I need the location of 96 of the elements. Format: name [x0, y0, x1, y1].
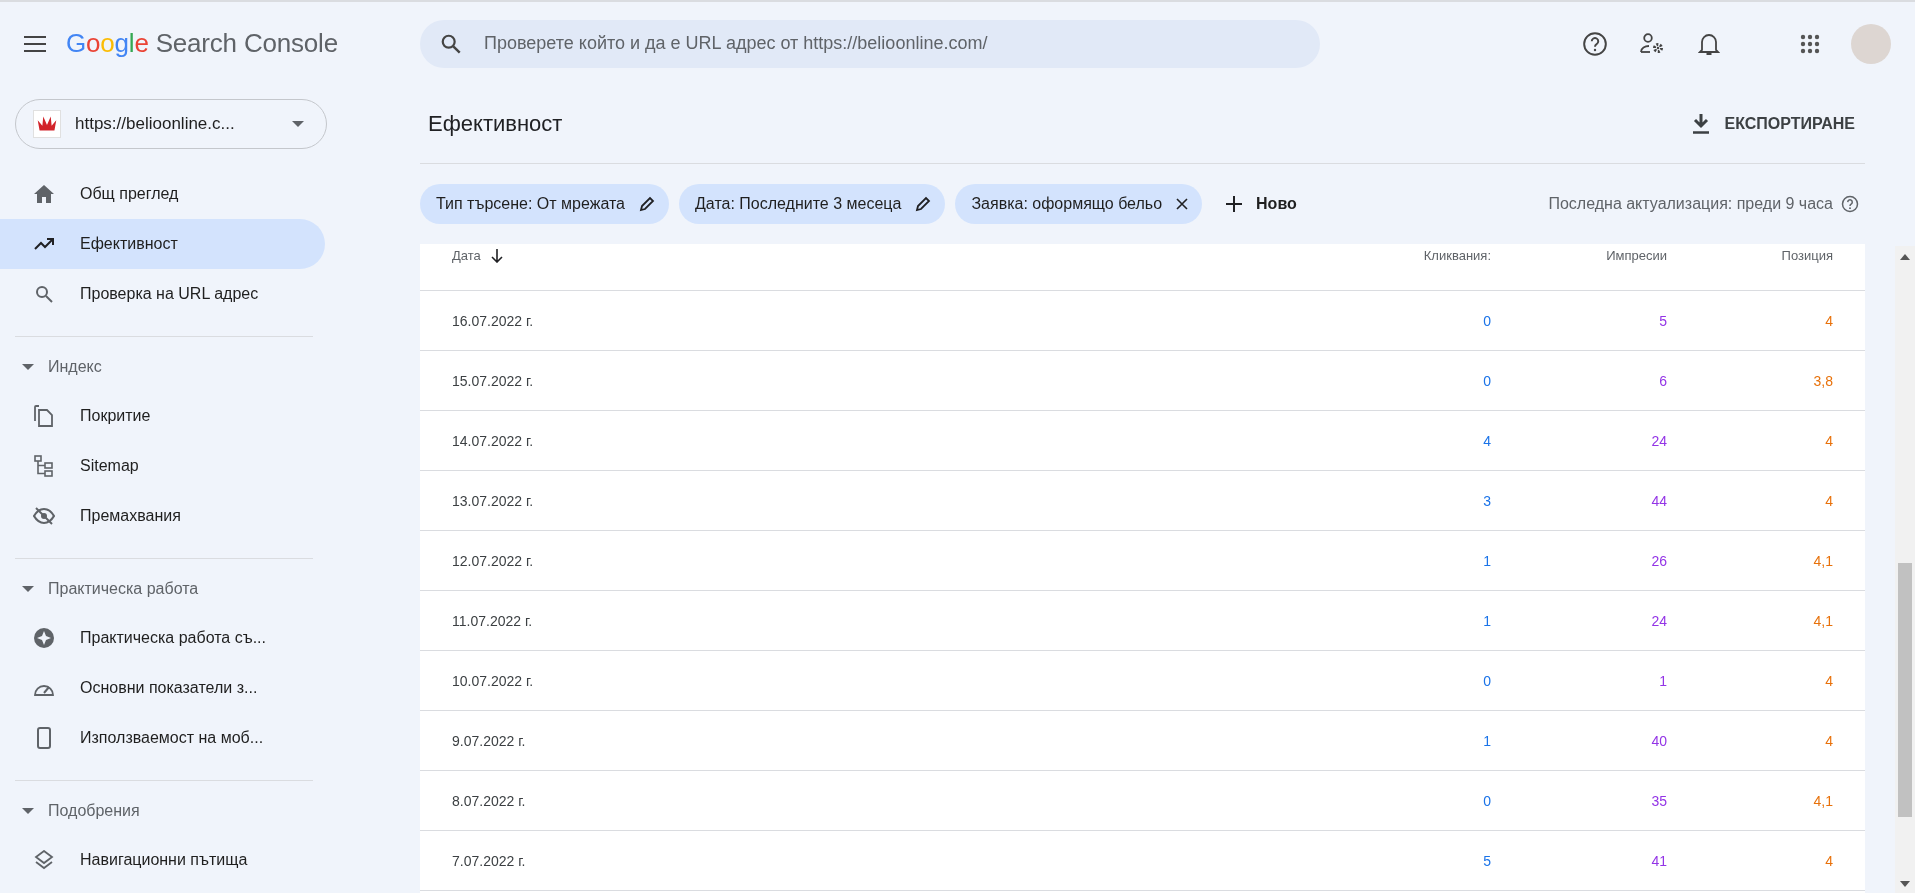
- table-cell: 1: [1483, 612, 1491, 629]
- caret-icon: [22, 586, 34, 592]
- menu-icon[interactable]: [24, 35, 46, 52]
- page-title: Ефективност: [428, 111, 564, 137]
- apps-grid-icon[interactable]: [1800, 33, 1820, 54]
- sidebar-item[interactable]: Ефективност: [0, 219, 325, 269]
- sort-arrow-icon: [490, 248, 503, 263]
- scroll-up-icon[interactable]: [1900, 254, 1910, 260]
- filter-chip[interactable]: Заявка: оформящо бельо: [955, 184, 1203, 224]
- table-cell: 24: [1651, 432, 1667, 449]
- table-cell: 16.07.2022 г.: [452, 312, 534, 329]
- table-cell: 0: [1483, 672, 1491, 689]
- sitemap-icon: [34, 455, 54, 477]
- table-cell: 4,1: [1813, 612, 1833, 629]
- table-cell: 13.07.2022 г.: [452, 492, 534, 509]
- table-cell: 4,1: [1813, 792, 1833, 809]
- sidebar-item[interactable]: Използваемост на моб...: [0, 713, 325, 763]
- eye-crossed-icon: [33, 507, 55, 525]
- table-cell: 6: [1659, 372, 1667, 389]
- sidebar-item[interactable]: Основни показатели з...: [0, 663, 325, 713]
- site-logo-icon: [33, 110, 61, 138]
- product-logo: Google Search Console: [66, 28, 338, 59]
- table-cell: 12.07.2022 г.: [452, 552, 534, 569]
- search-field[interactable]: Проверете който и да е URL адрес от https://belioonline.com/: [420, 19, 1320, 68]
- table-cell: 5: [1483, 852, 1491, 869]
- table-cell: 41: [1651, 852, 1667, 869]
- edit-icon[interactable]: [639, 196, 655, 212]
- star-badge-icon: [33, 627, 55, 649]
- table-cell: 11.07.2022 г.: [452, 612, 533, 629]
- property-selector[interactable]: https://belioonline.c...: [15, 99, 327, 149]
- table-cell: 7.07.2022 г.: [452, 852, 526, 869]
- table-cell: 4: [1825, 312, 1833, 329]
- table-cell: 0: [1483, 312, 1491, 329]
- help-icon[interactable]: [1582, 30, 1608, 57]
- plus-icon: [1226, 196, 1243, 212]
- phone-icon: [37, 727, 51, 749]
- pages-icon: [34, 405, 54, 427]
- search-icon: [35, 285, 53, 303]
- section-header[interactable]: Индекс: [0, 343, 300, 391]
- new-filter-button[interactable]: Ново: [1212, 195, 1305, 213]
- table-cell: 8.07.2022 г.: [452, 792, 526, 809]
- table-cell: 4,1: [1813, 552, 1833, 569]
- table-cell: 4: [1825, 672, 1833, 689]
- dropdown-caret-icon: [292, 121, 304, 127]
- table-cell: 1: [1483, 552, 1491, 569]
- table-cell: 14.07.2022 г.: [452, 432, 534, 449]
- scroll-down-icon[interactable]: [1900, 881, 1910, 887]
- table-cell: 4: [1825, 432, 1833, 449]
- filter-chip[interactable]: Тип търсене: От мрежата: [420, 184, 669, 224]
- table-cell: 3,8: [1813, 372, 1833, 389]
- trending-up-icon: [34, 238, 54, 250]
- sidebar-item[interactable]: Общ преглед: [0, 169, 325, 219]
- table-cell: 9.07.2022 г.: [452, 732, 526, 749]
- column-header[interactable]: Дата: [452, 248, 503, 263]
- scrollbar[interactable]: [1895, 246, 1915, 893]
- caret-icon: [22, 808, 34, 814]
- sidebar-item[interactable]: Sitemap: [0, 441, 325, 491]
- table-cell: 24: [1651, 612, 1667, 629]
- table-cell: 15.07.2022 г.: [452, 372, 534, 389]
- table-cell: 26: [1651, 552, 1667, 569]
- table-cell: 4: [1825, 732, 1833, 749]
- table-cell: 0: [1483, 372, 1491, 389]
- edit-icon[interactable]: [915, 196, 932, 212]
- home-icon: [34, 185, 54, 203]
- close-icon[interactable]: [1176, 198, 1189, 210]
- search-input[interactable]: Проверете който и да е URL адрес от https://belioonline.com/: [482, 32, 1300, 55]
- table-cell: 40: [1651, 732, 1667, 749]
- column-header[interactable]: Позиция: [1781, 248, 1833, 263]
- filter-chip[interactable]: Дата: Последните 3 месеца: [679, 184, 946, 224]
- sidebar-item[interactable]: Покритие: [0, 391, 325, 441]
- sidebar-item[interactable]: Практическа работа съ...: [0, 613, 325, 663]
- table-cell: 0: [1483, 792, 1491, 809]
- table-cell: 4: [1825, 492, 1833, 509]
- export-button[interactable]: ЕКСПОРТИРАНЕ: [1684, 108, 1863, 140]
- sidebar-item[interactable]: Проверка на URL адрес: [0, 269, 325, 319]
- table-cell: 3: [1483, 492, 1491, 509]
- section-header[interactable]: Практическа работа: [0, 565, 300, 613]
- search-icon: [440, 32, 462, 55]
- layers-icon: [34, 850, 54, 870]
- table-cell: 4: [1825, 852, 1833, 869]
- table-cell: 44: [1651, 492, 1667, 509]
- column-header[interactable]: Импресии: [1606, 248, 1667, 263]
- sidebar-item[interactable]: Премахвания: [0, 491, 325, 541]
- table-cell: 1: [1659, 672, 1667, 689]
- table-cell: 5: [1659, 312, 1667, 329]
- table-cell: 4: [1483, 432, 1491, 449]
- table-cell: 1: [1483, 732, 1491, 749]
- help-icon[interactable]: [1841, 195, 1859, 213]
- download-icon: [1692, 114, 1711, 134]
- table-cell: 35: [1651, 792, 1667, 809]
- sidebar-item[interactable]: Навигационни пътища: [0, 835, 325, 885]
- section-header[interactable]: Подобрения: [0, 787, 300, 835]
- column-header[interactable]: Кликвания:: [1423, 248, 1491, 263]
- last-update-text: Последна актуализация: преди 9 часа: [1548, 195, 1833, 213]
- caret-icon: [22, 364, 34, 370]
- table-cell: 10.07.2022 г.: [452, 672, 534, 689]
